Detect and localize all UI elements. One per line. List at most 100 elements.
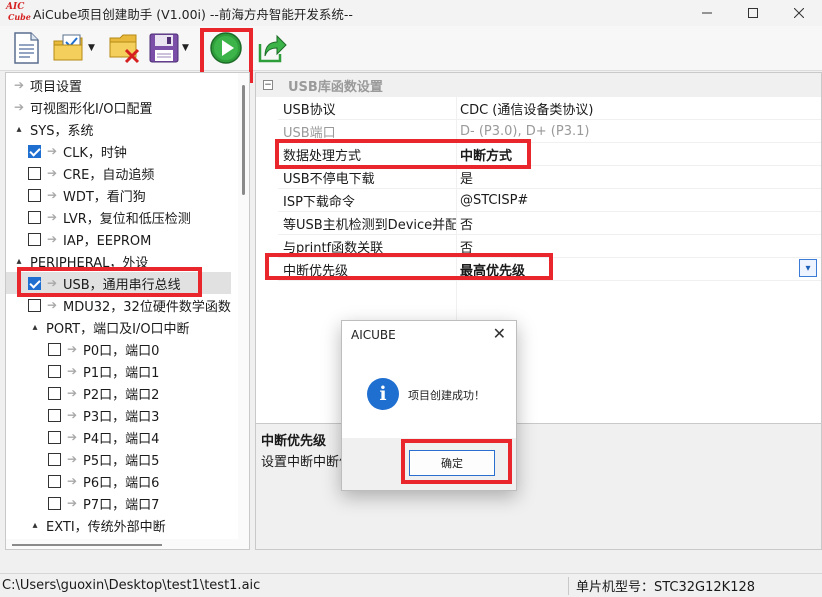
property-row[interactable]: USB协议 CDC (通信设备类协议) — [278, 97, 821, 120]
property-value[interactable]: 否 — [460, 237, 473, 256]
property-value[interactable]: 是 — [460, 168, 473, 187]
tree-item[interactable]: ➔ USB，通用串行总线 — [6, 272, 231, 294]
tree-checkbox[interactable] — [48, 496, 61, 510]
tree-checkbox[interactable] — [28, 144, 41, 158]
property-name: 数据处理方式 — [283, 148, 362, 164]
tree-checkbox[interactable] — [48, 408, 61, 422]
property-row[interactable]: 中断优先级 最高优先级 — [278, 258, 821, 281]
tree-checkbox[interactable] — [28, 166, 41, 180]
property-row[interactable]: 等USB主机检测到Device并配置完成否 — [278, 212, 821, 235]
property-value[interactable]: 中断方式 — [460, 145, 512, 164]
app-logo: AIC Cube — [6, 2, 31, 22]
tree-item[interactable]: ➔ P7口，端口7 — [6, 492, 159, 514]
open-dropdown-icon[interactable]: ▼ — [88, 43, 95, 53]
minimize-button[interactable] — [684, 0, 730, 26]
tree-checkbox[interactable] — [28, 276, 41, 290]
property-row[interactable]: 数据处理方式 中断方式 — [278, 143, 821, 166]
config-tree[interactable]: ➔ 项目设置 ➔ 可视图形化I/O口配置 ▴ SYS，系统 ➔ CLK，时钟 ➔ CRE，自动追频… — [5, 72, 250, 550]
tree-checkbox[interactable] — [48, 474, 61, 488]
expand-caret-icon[interactable]: ▴ — [28, 322, 42, 333]
save-button[interactable]: ▼ — [148, 30, 189, 66]
open-project-button[interactable]: ▼ — [52, 30, 95, 66]
tree-item[interactable]: ▴ EXTI，传统外部中断 — [6, 514, 165, 536]
arrow-icon: ➔ — [46, 276, 58, 290]
tree-item[interactable]: ➔ P4口，端口4 — [6, 426, 159, 448]
tree-item[interactable]: ➔ P1口，端口1 — [6, 360, 159, 382]
tree-item-label: P3口，端口3 — [83, 409, 160, 425]
property-value[interactable]: 最高优先级 — [460, 260, 525, 279]
arrow-icon: ➔ — [66, 430, 78, 444]
tree-item[interactable]: ➔ P3口，端口3 — [6, 404, 159, 426]
maximize-icon — [748, 8, 758, 18]
tree-checkbox[interactable] — [48, 452, 61, 466]
tree-item-label: P6口，端口6 — [83, 475, 160, 491]
tree-item[interactable]: ➔ 可视图形化I/O口配置 — [6, 96, 152, 118]
run-button[interactable] — [209, 30, 243, 66]
property-value[interactable]: CDC (通信设备类协议) — [460, 99, 593, 118]
close-project-button[interactable] — [108, 30, 142, 66]
arrow-icon: ➔ — [46, 298, 58, 312]
arrow-icon: ➔ — [66, 408, 78, 422]
run-icon — [210, 32, 242, 64]
property-row[interactable]: USB端口 D- (P3.0), D+ (P3.1) — [278, 120, 821, 143]
property-row[interactable]: 与printf函数关联 否 — [278, 235, 821, 258]
save-dropdown-icon[interactable]: ▼ — [182, 43, 189, 53]
tree-checkbox[interactable] — [48, 364, 61, 378]
tree-item[interactable]: ➔ MDU32，32位硬件数学函数 — [6, 294, 231, 316]
tree-item[interactable]: ▴ PORT，端口及I/O口中断 — [6, 316, 190, 338]
tree-item[interactable]: ➔ P6口，端口6 — [6, 470, 159, 492]
dialog-title: AICUBE — [351, 328, 396, 342]
expand-caret-icon[interactable]: ▴ — [12, 124, 26, 135]
property-value[interactable]: 否 — [460, 214, 473, 233]
close-project-icon — [109, 34, 140, 64]
tree-item[interactable]: ➔ IAP，EEPROM — [6, 228, 151, 250]
tree-checkbox[interactable] — [28, 210, 41, 224]
tree-item[interactable]: ➔ CLK，时钟 — [6, 140, 127, 162]
tree-checkbox[interactable] — [48, 342, 61, 356]
tree-vertical-scrollbar[interactable] — [238, 73, 249, 549]
maximize-button[interactable] — [730, 0, 776, 26]
tree-item[interactable]: ➔ LVR，复位和低压检测 — [6, 206, 191, 228]
collapse-icon[interactable]: − — [263, 80, 273, 90]
property-name: USB不停电下载 — [283, 171, 375, 187]
tree-checkbox[interactable] — [48, 430, 61, 444]
expand-caret-icon[interactable]: ▴ — [12, 256, 26, 267]
tree-item[interactable]: ➔ P0口，端口0 — [6, 338, 159, 360]
export-button[interactable] — [256, 30, 288, 66]
tree-item[interactable]: ➔ P5口，端口5 — [6, 448, 159, 470]
tree-item-label: P0口，端口0 — [83, 343, 160, 359]
tree-item-label: MDU32，32位硬件数学函数 — [63, 299, 231, 315]
property-row[interactable]: USB不停电下载 是 — [278, 166, 821, 189]
toolbar: ▼ ▼ — [0, 26, 822, 71]
tree-item-label: PORT，端口及I/O口中断 — [46, 321, 190, 337]
tree-item[interactable]: ▴ SYS，系统 — [6, 118, 93, 140]
property-category[interactable]: − USB库函数设置 — [256, 73, 821, 97]
arrow-icon: ➔ — [46, 144, 58, 158]
new-project-button[interactable] — [12, 30, 40, 66]
tree-item[interactable]: ➔ CRE，自动追频 — [6, 162, 154, 184]
priority-dropdown-button[interactable]: ▾ — [799, 259, 817, 277]
property-value[interactable]: D- (P3.0), D+ (P3.1) — [460, 124, 589, 139]
tree-item-label: PERIPHERAL，外设 — [30, 255, 149, 271]
title-bar: AIC Cube AiCube项目创建助手 (V1.00i) --前海方舟智能开… — [0, 0, 822, 26]
close-window-button[interactable] — [776, 0, 822, 26]
dialog-close-button[interactable]: ✕ — [493, 324, 506, 343]
tree-checkbox[interactable] — [28, 232, 41, 246]
tree-checkbox[interactable] — [28, 188, 41, 202]
tree-item-label: USB，通用串行总线 — [63, 277, 181, 293]
tree-horizontal-scrollbar[interactable] — [6, 539, 238, 549]
tree-checkbox[interactable] — [48, 386, 61, 400]
tree-item[interactable]: ▴ PERIPHERAL，外设 — [6, 250, 148, 272]
tree-checkbox[interactable] — [28, 298, 41, 312]
property-value[interactable]: @STCISP# — [460, 193, 528, 208]
new-document-icon — [14, 32, 39, 64]
ok-button[interactable]: 确定 — [409, 450, 495, 476]
export-icon — [258, 34, 287, 63]
expand-caret-icon[interactable]: ▴ — [28, 520, 42, 531]
tree-item[interactable]: ➔ 项目设置 — [6, 74, 82, 96]
tree-item-label: P5口，端口5 — [83, 453, 160, 469]
tree-item[interactable]: ➔ P2口，端口2 — [6, 382, 159, 404]
property-row[interactable]: ISP下载命令 @STCISP# — [278, 189, 821, 212]
window-title: AiCube项目创建助手 (V1.00i) --前海方舟智能开发系统-- — [33, 6, 353, 22]
tree-item[interactable]: ➔ WDT，看门狗 — [6, 184, 146, 206]
